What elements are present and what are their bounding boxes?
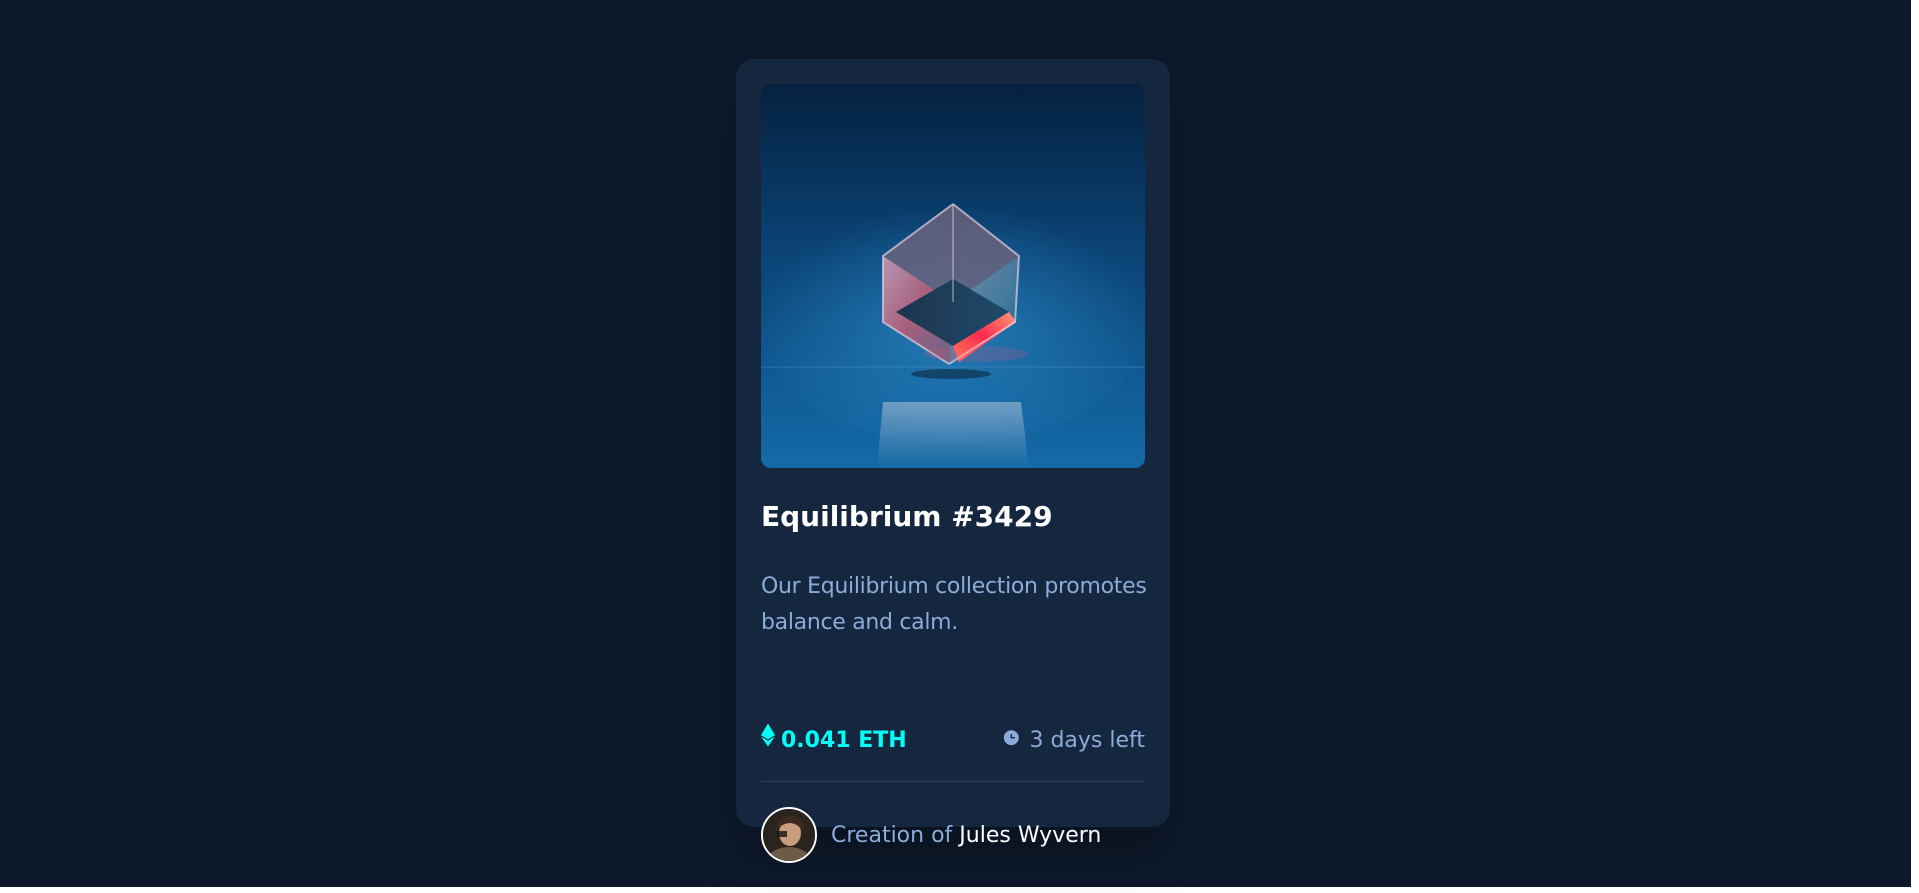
card-title[interactable]: Equilibrium #3429 xyxy=(761,499,1145,535)
clock-icon xyxy=(1002,723,1021,759)
price-value: 0.041 ETH xyxy=(781,728,907,753)
card-stats: 0.041 ETH 3 days left xyxy=(761,723,1145,759)
creator-prefix: Creation of xyxy=(831,822,953,848)
creator-credit: Creation of Jules Wyvern xyxy=(831,823,1101,848)
cube-artwork xyxy=(761,84,1145,468)
creator: Creation of Jules Wyvern xyxy=(761,807,1145,863)
time-left: 3 days left xyxy=(1002,723,1145,759)
divider xyxy=(761,781,1145,782)
page-background: Equilibrium #3429 Our Equilibrium collec… xyxy=(0,0,1911,887)
ethereum-icon xyxy=(761,723,775,759)
avatar xyxy=(761,807,817,863)
price: 0.041 ETH xyxy=(761,723,907,759)
time-left-label: 3 days left xyxy=(1029,728,1145,753)
nft-preview-card: Equilibrium #3429 Our Equilibrium collec… xyxy=(736,59,1170,863)
equilibrium-image[interactable] xyxy=(761,84,1145,468)
creator-name[interactable]: Jules Wyvern xyxy=(959,823,1101,848)
card-description: Our Equilibrium collection promotes bala… xyxy=(761,574,1147,635)
